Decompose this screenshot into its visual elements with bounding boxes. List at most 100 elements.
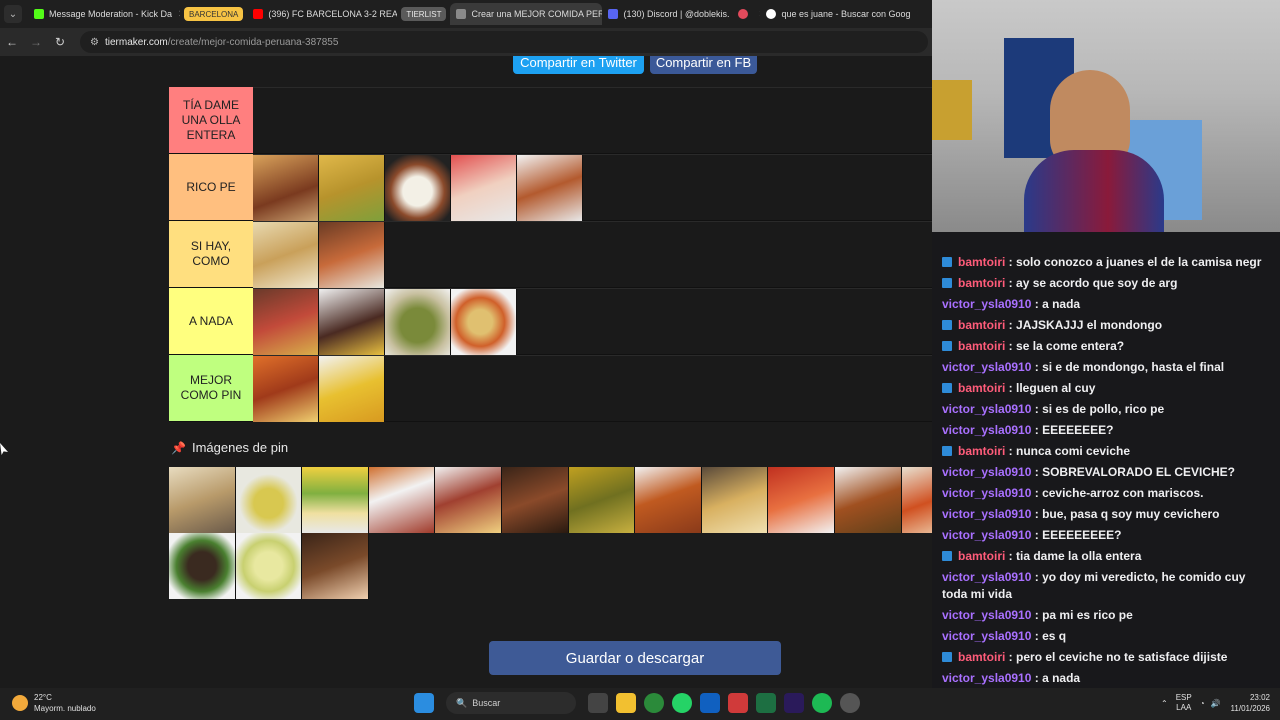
food-image[interactable] bbox=[319, 222, 385, 288]
food-image[interactable] bbox=[253, 289, 319, 355]
chat-username[interactable]: victor_ysla0910 bbox=[942, 423, 1031, 437]
food-image[interactable] bbox=[235, 533, 303, 599]
site-info-icon[interactable]: ⚙ bbox=[90, 37, 99, 48]
food-image[interactable] bbox=[319, 356, 385, 422]
food-image[interactable] bbox=[169, 467, 236, 533]
taskbar-search[interactable]: 🔍 Buscar bbox=[446, 692, 576, 714]
chat-username[interactable]: victor_ysla0910 bbox=[942, 629, 1031, 643]
forward-icon[interactable]: → bbox=[24, 35, 48, 49]
tier-list: TÍA DAME UNA OLLA ENTERA RICO PE SI HAY,… bbox=[169, 87, 932, 422]
tier-row: A NADA bbox=[169, 288, 932, 355]
clock[interactable]: 23:02 11/01/2026 bbox=[1231, 692, 1270, 714]
windows-start-icon[interactable] bbox=[414, 693, 434, 713]
food-image[interactable] bbox=[169, 533, 236, 599]
food-image[interactable] bbox=[701, 467, 769, 533]
food-image[interactable] bbox=[451, 289, 517, 355]
tier-items[interactable] bbox=[253, 154, 932, 221]
language-indicator[interactable]: ESP LAA bbox=[1176, 693, 1192, 713]
excel-icon[interactable] bbox=[756, 693, 776, 713]
chat-username[interactable]: victor_ysla0910 bbox=[942, 671, 1031, 685]
food-image[interactable] bbox=[635, 467, 702, 533]
chat-text: lleguen al cuy bbox=[1016, 381, 1096, 395]
chat-username[interactable]: bamtoiri bbox=[958, 276, 1005, 290]
tier-items[interactable] bbox=[253, 355, 932, 422]
back-icon[interactable]: ← bbox=[0, 35, 24, 49]
reload-icon[interactable]: ↻ bbox=[48, 35, 72, 49]
chrome-icon[interactable] bbox=[644, 693, 664, 713]
tab-discord[interactable]: (130) Discord | @doblekis. ✕ bbox=[602, 3, 760, 25]
chat-username[interactable]: victor_ysla0910 bbox=[942, 360, 1031, 374]
food-image[interactable] bbox=[385, 289, 451, 355]
chat-username[interactable]: victor_ysla0910 bbox=[942, 465, 1031, 479]
food-image[interactable] bbox=[451, 155, 517, 221]
tab-google[interactable]: que es juane - Buscar con Goog ✕ bbox=[760, 3, 918, 25]
chat-username[interactable]: bamtoiri bbox=[958, 318, 1005, 332]
share-fb-button[interactable]: Compartir en FB bbox=[650, 56, 757, 74]
tier-items[interactable] bbox=[253, 288, 932, 355]
chat-username[interactable]: victor_ysla0910 bbox=[942, 528, 1031, 542]
file-explorer-icon[interactable] bbox=[616, 693, 636, 713]
spotify-icon[interactable] bbox=[812, 693, 832, 713]
whatsapp-icon[interactable] bbox=[672, 693, 692, 713]
food-image[interactable] bbox=[768, 467, 835, 533]
tab-kick[interactable]: Message Moderation - Kick Da ✕ bbox=[28, 3, 180, 25]
food-image[interactable] bbox=[319, 155, 385, 221]
premiere-icon[interactable] bbox=[784, 693, 804, 713]
volume-icon[interactable]: 🔊 bbox=[1211, 699, 1221, 708]
tier-label[interactable]: MEJOR COMO PIN bbox=[169, 355, 253, 421]
food-image[interactable] bbox=[385, 155, 451, 221]
tab-tiermaker[interactable]: Crear una MEJOR COMIDA PER ✕ bbox=[450, 3, 603, 25]
chat-username[interactable]: victor_ysla0910 bbox=[942, 402, 1031, 416]
food-image[interactable] bbox=[319, 289, 385, 355]
poster-image bbox=[932, 80, 972, 140]
chat-username[interactable]: victor_ysla0910 bbox=[942, 608, 1031, 622]
tab-group-barcelona[interactable]: BARCELONA bbox=[184, 7, 244, 21]
chat-username[interactable]: bamtoiri bbox=[958, 255, 1005, 269]
tab-youtube[interactable]: (396) FC BARCELONA 3-2 REAL ✕ bbox=[247, 3, 397, 25]
food-image[interactable] bbox=[435, 467, 502, 533]
food-image[interactable] bbox=[501, 467, 569, 533]
food-image[interactable] bbox=[302, 467, 369, 533]
outlook-icon[interactable] bbox=[700, 693, 720, 713]
food-image[interactable] bbox=[834, 467, 902, 533]
wifi-icon[interactable]: ◔ bbox=[1200, 699, 1205, 708]
close-icon[interactable]: ✕ bbox=[917, 9, 919, 20]
food-image[interactable] bbox=[901, 467, 932, 533]
tier-label[interactable]: TÍA DAME UNA OLLA ENTERA bbox=[169, 87, 253, 153]
chat-text: EEEEEEEEE? bbox=[1042, 528, 1122, 542]
chat-username[interactable]: bamtoiri bbox=[958, 650, 1005, 664]
chevron-up-icon[interactable]: ⌃ bbox=[1161, 699, 1168, 708]
food-image[interactable] bbox=[568, 467, 636, 533]
food-image[interactable] bbox=[253, 222, 319, 288]
food-image[interactable] bbox=[235, 467, 303, 533]
subscriber-badge-icon bbox=[942, 278, 952, 288]
share-twitter-button[interactable]: Compartir en Twitter bbox=[513, 56, 644, 74]
chat-username[interactable]: bamtoiri bbox=[958, 381, 1005, 395]
tier-label[interactable]: SI HAY, COMO bbox=[169, 221, 253, 287]
food-image[interactable] bbox=[517, 155, 583, 221]
weather-widget[interactable]: 22°C Mayorm. nublado bbox=[12, 692, 96, 714]
url-field[interactable]: ⚙ tiermaker.com/create/mejor-comida-peru… bbox=[80, 31, 928, 53]
chat-username[interactable]: victor_ysla0910 bbox=[942, 507, 1031, 521]
food-image[interactable] bbox=[302, 533, 369, 599]
chat-username[interactable]: bamtoiri bbox=[958, 444, 1005, 458]
food-image[interactable] bbox=[368, 467, 436, 533]
chat-username[interactable]: bamtoiri bbox=[958, 339, 1005, 353]
chat-username[interactable]: victor_ysla0910 bbox=[942, 297, 1031, 311]
food-image[interactable] bbox=[253, 356, 319, 422]
obs-icon[interactable] bbox=[840, 693, 860, 713]
close-icon[interactable]: ✕ bbox=[178, 9, 180, 20]
save-download-button[interactable]: Guardar o descargar bbox=[489, 641, 781, 675]
recording-app-icon[interactable] bbox=[728, 693, 748, 713]
task-view-icon[interactable] bbox=[588, 693, 608, 713]
tab-group-tierlist[interactable]: TIERLIST bbox=[401, 7, 447, 21]
tier-label[interactable]: A NADA bbox=[169, 288, 253, 354]
tier-items[interactable] bbox=[253, 87, 932, 153]
tab-menu-icon[interactable]: ⌄ bbox=[4, 5, 22, 23]
food-image[interactable] bbox=[253, 155, 319, 221]
chat-username[interactable]: victor_ysla0910 bbox=[942, 486, 1031, 500]
tier-items[interactable] bbox=[253, 221, 932, 288]
chat-username[interactable]: bamtoiri bbox=[958, 549, 1005, 563]
chat-username[interactable]: victor_ysla0910 bbox=[942, 570, 1031, 584]
tier-label[interactable]: RICO PE bbox=[169, 154, 253, 220]
